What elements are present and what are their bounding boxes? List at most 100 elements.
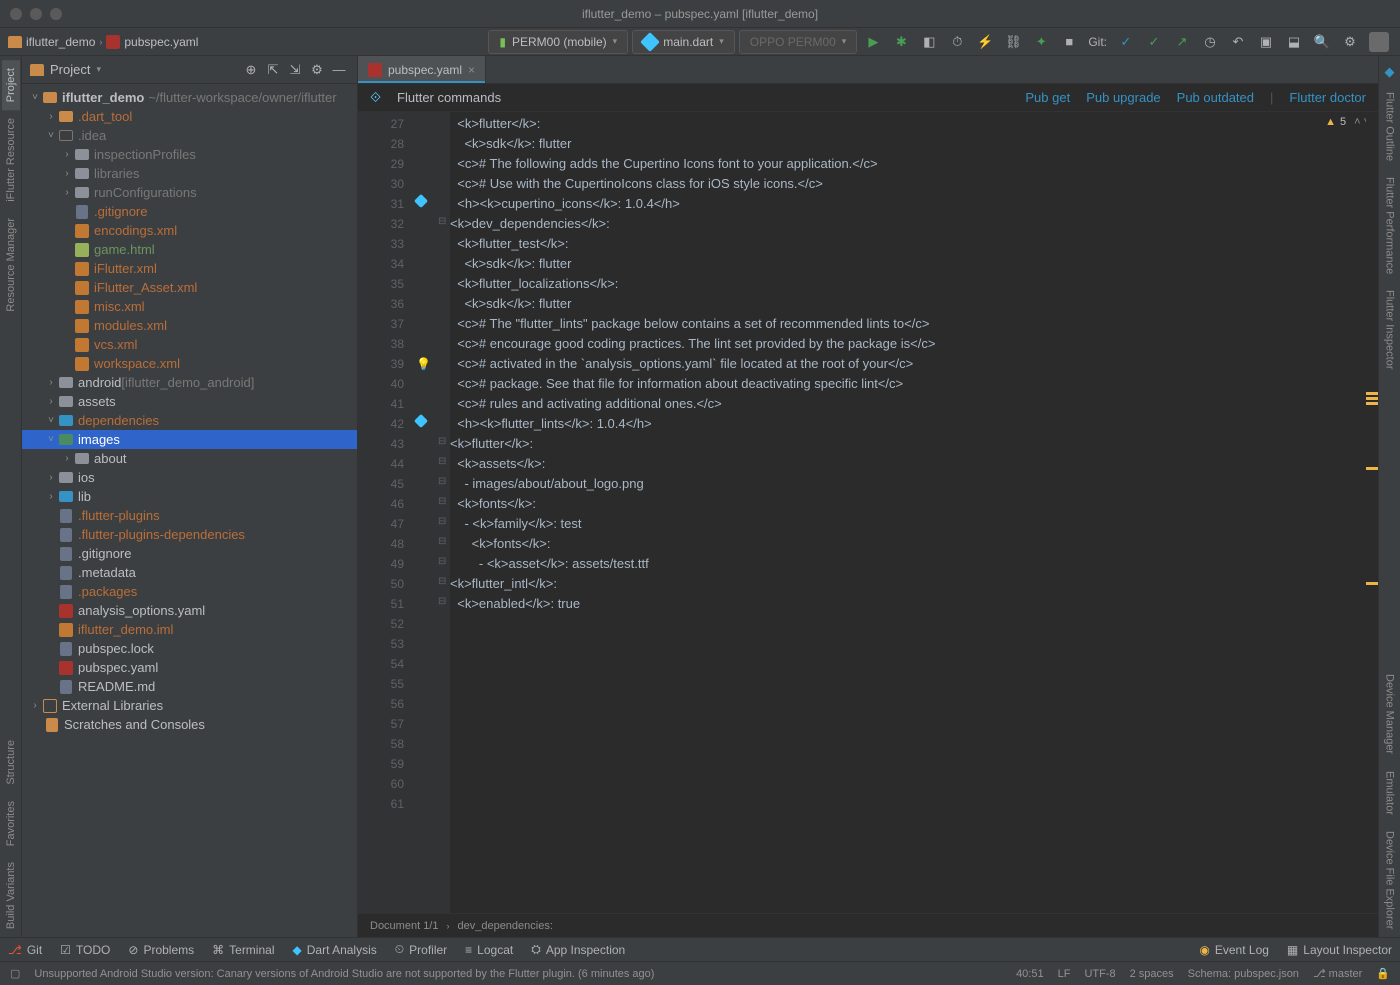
- maximize-window[interactable]: [50, 8, 62, 20]
- tab-terminal[interactable]: ⌘Terminal: [212, 943, 274, 957]
- tree-item[interactable]: misc.xml: [22, 297, 357, 316]
- search-button[interactable]: 🔍: [1313, 33, 1331, 51]
- coverage-button[interactable]: ◧: [920, 33, 938, 51]
- tree-item[interactable]: iFlutter.xml: [22, 259, 357, 278]
- tab-todo[interactable]: ☑TODO: [60, 943, 110, 957]
- tree-item[interactable]: pubspec.yaml: [22, 658, 357, 677]
- tree-item[interactable]: analysis_options.yaml: [22, 601, 357, 620]
- tab-layout-inspector[interactable]: ▦Layout Inspector: [1287, 943, 1392, 957]
- tree-item[interactable]: ˅.idea: [22, 126, 357, 145]
- tree-item[interactable]: .flutter-plugins: [22, 506, 357, 525]
- collapse-button[interactable]: ⇲: [285, 60, 305, 80]
- status-schema[interactable]: Schema: pubspec.json: [1188, 968, 1299, 980]
- sdk-button[interactable]: ⬓: [1285, 33, 1303, 51]
- tree-item[interactable]: ›runConfigurations: [22, 183, 357, 202]
- rail-device-manager[interactable]: Device Manager: [1381, 666, 1399, 762]
- rail-emulator[interactable]: Emulator: [1381, 763, 1399, 823]
- stop-button[interactable]: ■: [1060, 33, 1078, 51]
- tree-item[interactable]: modules.xml: [22, 316, 357, 335]
- git-update-button[interactable]: ✓: [1117, 33, 1135, 51]
- git-push-button[interactable]: ↗: [1173, 33, 1191, 51]
- code-content[interactable]: <k>flutter</k>: <k>sdk</k>: flutter <c>#…: [450, 112, 1378, 913]
- debug-button[interactable]: ✱: [892, 33, 910, 51]
- device-ghost[interactable]: OPPO PERM00 ▾: [739, 30, 858, 54]
- close-tab-button[interactable]: ×: [468, 63, 475, 77]
- git-rollback-button[interactable]: ↶: [1229, 33, 1247, 51]
- status-indent[interactable]: 2 spaces: [1130, 968, 1174, 980]
- git-history-button[interactable]: ◷: [1201, 33, 1219, 51]
- tree-item[interactable]: README.md: [22, 677, 357, 696]
- tree-item[interactable]: ›libraries: [22, 164, 357, 183]
- pub-get-link[interactable]: Pub get: [1025, 90, 1070, 105]
- tab-profiler[interactable]: ⏲Profiler: [395, 942, 447, 957]
- tree-item[interactable]: .gitignore: [22, 202, 357, 221]
- tree-item[interactable]: ›lib: [22, 487, 357, 506]
- rail-iflutter-resource[interactable]: iFlutter Resource: [2, 110, 20, 210]
- pub-upgrade-link[interactable]: Pub upgrade: [1086, 90, 1160, 105]
- tab-logcat[interactable]: ≡Logcat: [465, 943, 513, 957]
- tree-item[interactable]: ›about: [22, 449, 357, 468]
- settings-button[interactable]: ⚙: [1341, 33, 1359, 51]
- rail-build-variants[interactable]: Build Variants: [2, 854, 20, 937]
- tree-item[interactable]: ›android [iflutter_demo_android]: [22, 373, 357, 392]
- tab-problems[interactable]: ⊘Problems: [128, 943, 194, 957]
- window-controls[interactable]: [10, 8, 62, 20]
- tree-item[interactable]: game.html: [22, 240, 357, 259]
- flutter-attach-button[interactable]: ✦: [1032, 33, 1050, 51]
- settings-icon[interactable]: ⚙: [307, 60, 327, 80]
- pub-outdated-link[interactable]: Pub outdated: [1177, 90, 1254, 105]
- tree-external-libraries[interactable]: › External Libraries: [22, 696, 357, 715]
- status-lock-icon[interactable]: 🔒: [1376, 967, 1390, 980]
- profile-button[interactable]: ⏱: [948, 33, 966, 51]
- flutter-doctor-link[interactable]: Flutter doctor: [1289, 90, 1366, 105]
- tree-item[interactable]: .flutter-plugins-dependencies: [22, 525, 357, 544]
- tree-item[interactable]: workspace.xml: [22, 354, 357, 373]
- rail-device-file-explorer[interactable]: Device File Explorer: [1381, 823, 1399, 937]
- run-configuration[interactable]: main.dart ▾: [632, 30, 735, 54]
- device-selector[interactable]: ▮ PERM00 (mobile) ▾: [488, 30, 628, 54]
- tree-item[interactable]: pubspec.lock: [22, 639, 357, 658]
- tree-item[interactable]: .metadata: [22, 563, 357, 582]
- notifications-icon[interactable]: ◆: [1381, 60, 1399, 84]
- tree-item[interactable]: encodings.xml: [22, 221, 357, 240]
- scrollbar[interactable]: [1366, 112, 1378, 913]
- gutter-icons[interactable]: 💡: [412, 112, 436, 913]
- fold-column[interactable]: ⊟⊟⊟⊟⊟⊟⊟⊟⊟⊟: [436, 112, 450, 913]
- line-gutter[interactable]: 2728293031323334353637383940414243444546…: [358, 112, 412, 913]
- avatar[interactable]: [1369, 32, 1389, 52]
- tree-item[interactable]: ›inspectionProfiles: [22, 145, 357, 164]
- status-position[interactable]: 40:51: [1016, 968, 1044, 980]
- tree-item[interactable]: vcs.xml: [22, 335, 357, 354]
- git-commit-button[interactable]: ✓: [1145, 33, 1163, 51]
- tree-item[interactable]: .packages: [22, 582, 357, 601]
- tab-dart-analysis[interactable]: ◆Dart Analysis: [293, 943, 377, 957]
- expand-button[interactable]: ⇱: [263, 60, 283, 80]
- rail-favorites[interactable]: Favorites: [2, 793, 20, 854]
- tree-item[interactable]: ˅dependencies: [22, 411, 357, 430]
- tab-app-inspection[interactable]: ⛭App Inspection: [531, 942, 625, 957]
- attach-button[interactable]: ⛓: [1004, 33, 1022, 51]
- tree-item[interactable]: iFlutter_Asset.xml: [22, 278, 357, 297]
- status-linesep[interactable]: LF: [1058, 968, 1071, 980]
- tab-event-log[interactable]: ◉Event Log: [1199, 943, 1269, 957]
- tab-git[interactable]: ⎇Git: [8, 943, 42, 957]
- rail-structure[interactable]: Structure: [2, 732, 20, 793]
- hot-reload-button[interactable]: ⚡: [976, 33, 994, 51]
- status-branch[interactable]: ⎇ master: [1313, 967, 1362, 980]
- breadcrumb-project[interactable]: iflutter_demo: [8, 35, 95, 49]
- rail-flutter-inspector[interactable]: Flutter Inspector: [1381, 282, 1399, 377]
- run-button[interactable]: ▶: [864, 33, 882, 51]
- tree-item[interactable]: ˅images: [22, 430, 357, 449]
- tree-item[interactable]: iflutter_demo.iml: [22, 620, 357, 639]
- rail-project[interactable]: Project: [2, 60, 20, 110]
- minimize-window[interactable]: [30, 8, 42, 20]
- close-window[interactable]: [10, 8, 22, 20]
- editor-tab-pubspec[interactable]: pubspec.yaml ×: [358, 56, 486, 83]
- tree-item[interactable]: .gitignore: [22, 544, 357, 563]
- tree-item[interactable]: ›assets: [22, 392, 357, 411]
- tree-scratches[interactable]: Scratches and Consoles: [22, 715, 357, 734]
- status-encoding[interactable]: UTF-8: [1084, 968, 1115, 980]
- tree-item[interactable]: ›ios: [22, 468, 357, 487]
- tree-item[interactable]: ›.dart_tool: [22, 107, 357, 126]
- rail-flutter-outline[interactable]: Flutter Outline: [1381, 84, 1399, 169]
